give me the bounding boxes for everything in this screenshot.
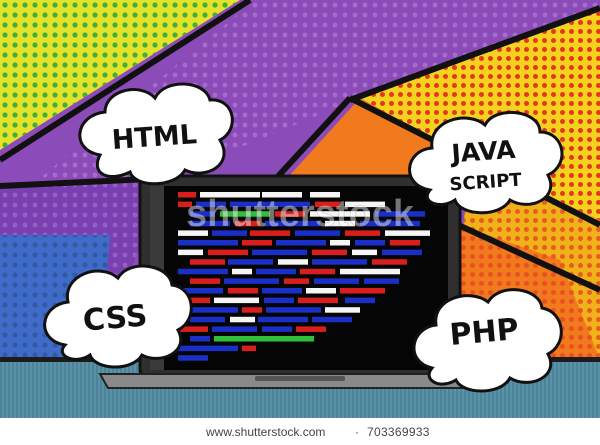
code-line-segment xyxy=(296,326,326,332)
illustration-canvas: HTML JAVA SCRIPT CSS PHP shutterstock xyxy=(0,0,600,418)
code-line-segment xyxy=(242,307,262,313)
code-line-segment xyxy=(266,307,321,313)
code-line-segment xyxy=(314,278,359,284)
code-line-segment xyxy=(178,355,208,361)
code-line-segment xyxy=(178,240,238,246)
footer-separator: · xyxy=(355,425,359,439)
code-line-segment xyxy=(340,268,400,275)
code-line-segment xyxy=(178,268,228,275)
java-label: JAVA xyxy=(449,135,517,169)
code-line-segment xyxy=(262,288,302,294)
code-line-segment xyxy=(390,240,420,246)
footer-image-id: 703369933 xyxy=(367,425,430,439)
code-line-segment xyxy=(298,297,338,304)
code-line-segment xyxy=(330,240,350,246)
code-line-segment xyxy=(306,288,336,294)
code-line-segment xyxy=(190,316,225,323)
code-line-segment xyxy=(312,249,347,256)
code-line-segment xyxy=(228,288,258,294)
code-line-segment xyxy=(372,259,407,265)
code-line-segment xyxy=(312,316,352,323)
code-line-segment xyxy=(190,278,220,284)
code-line-segment xyxy=(300,268,335,275)
code-line-segment xyxy=(228,259,273,265)
code-line-segment xyxy=(382,249,422,256)
code-line-segment xyxy=(224,278,279,284)
laptop-trackpad-notch xyxy=(255,376,345,381)
code-line-segment xyxy=(190,336,210,342)
code-line-segment xyxy=(208,249,248,256)
code-line-segment xyxy=(276,240,326,246)
css-label: CSS xyxy=(82,298,149,338)
code-line-segment xyxy=(232,268,252,275)
code-line-segment xyxy=(340,288,385,294)
code-line-segment xyxy=(212,326,257,332)
code-line-segment xyxy=(178,345,238,352)
code-line-segment xyxy=(178,249,203,256)
code-line-segment xyxy=(312,259,367,265)
code-line-segment xyxy=(355,240,385,246)
php-label: PHP xyxy=(448,312,520,353)
code-line-segment xyxy=(242,240,272,246)
code-line-segment xyxy=(190,297,210,304)
code-line-segment xyxy=(364,278,399,284)
code-line-segment xyxy=(278,259,308,265)
code-line-segment xyxy=(214,336,314,342)
html-label: HTML xyxy=(111,119,198,156)
footer-site: www.shutterstock.com xyxy=(206,425,326,439)
code-line-segment xyxy=(214,297,259,304)
code-line-segment xyxy=(252,249,307,256)
code-line-segment xyxy=(325,307,360,313)
programming-languages-illustration: HTML JAVA SCRIPT CSS PHP shutterstock xyxy=(0,0,600,445)
code-line-segment xyxy=(190,259,225,265)
code-line-segment xyxy=(352,249,377,256)
footer-bar: www.shutterstock.com · 703369933 xyxy=(0,418,600,445)
code-line-segment xyxy=(345,297,375,304)
code-line-segment xyxy=(230,316,255,323)
code-line-segment xyxy=(256,268,296,275)
code-line-segment xyxy=(242,345,256,352)
code-line-segment xyxy=(264,297,294,304)
code-line-segment xyxy=(258,316,308,323)
watermark-text: shutterstock xyxy=(186,193,415,235)
code-line-segment xyxy=(262,326,292,332)
code-line-segment xyxy=(284,278,309,284)
